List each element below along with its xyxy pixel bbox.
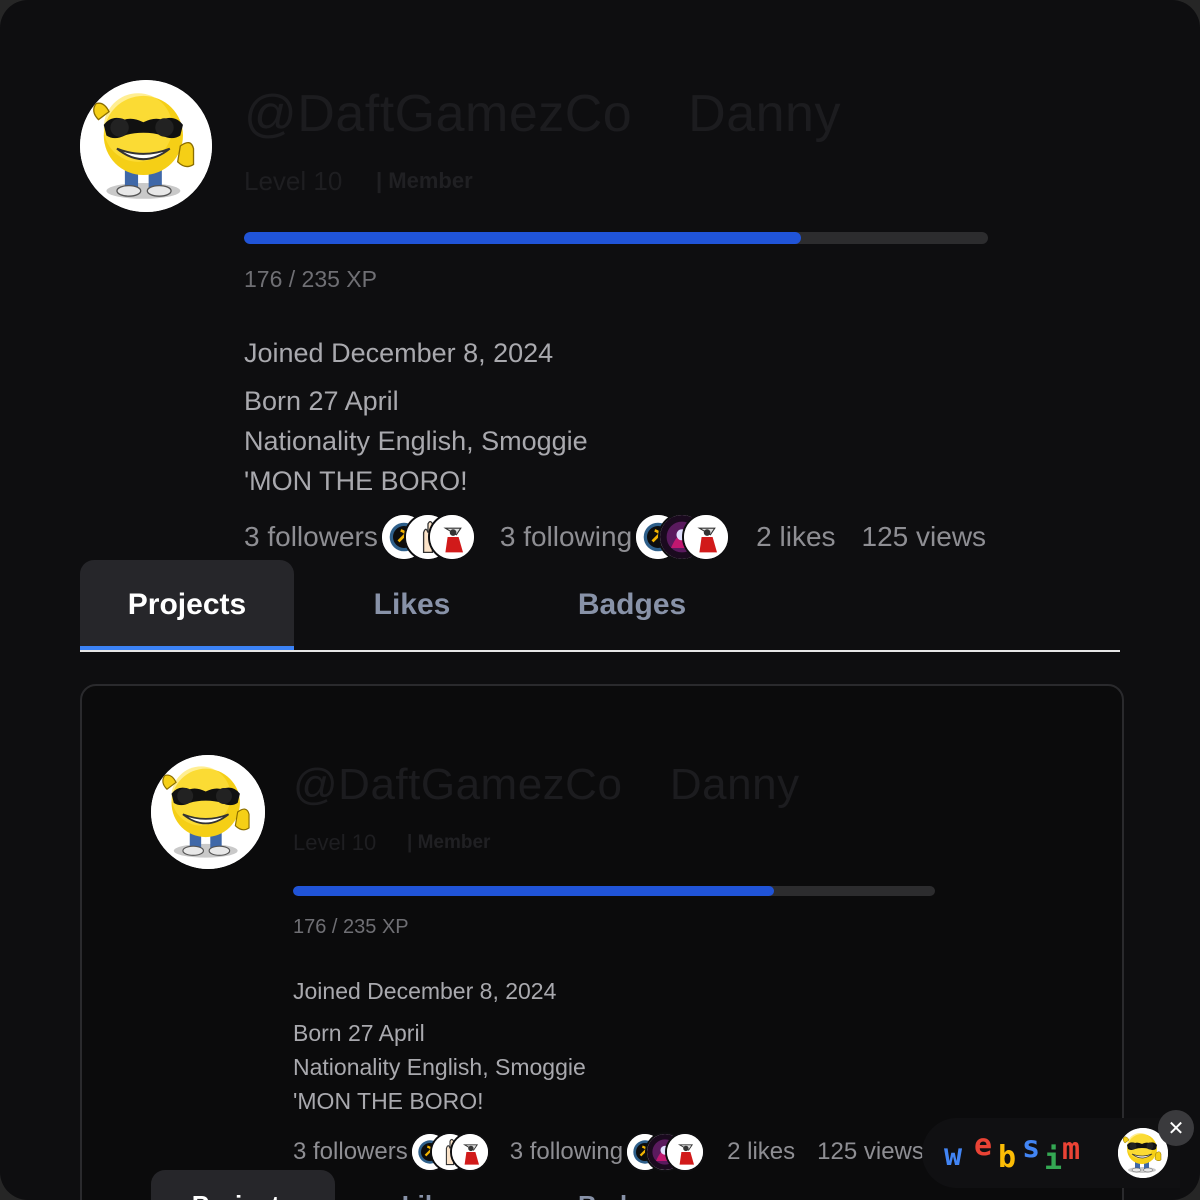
display-name: Danny (669, 760, 800, 809)
following-avatars (625, 1132, 706, 1172)
websim-badge[interactable]: w e b s i m (922, 1118, 1180, 1188)
tab-label: Likes (373, 588, 451, 621)
profile-stats: 3 followers 3 following 2 likes 125 view… (244, 512, 986, 562)
profile-tabs: Projects Likes Badges (151, 1170, 1051, 1200)
following-avatars[interactable] (634, 513, 731, 561)
tab-label: Projects (192, 1190, 295, 1200)
websim-letter: w (944, 1138, 963, 1173)
xp-text: 176 / 235 XP (244, 266, 377, 292)
likes-count: 2 likes (756, 521, 836, 552)
tab-label: Projects (127, 588, 247, 621)
cool-smiley-icon (151, 755, 265, 869)
websim-letter: s (1022, 1130, 1041, 1165)
xp-progress-fill (244, 232, 802, 244)
profile-window: @DaftGamezCo Danny Level 10 | Member 176… (0, 0, 1200, 1200)
level-text: Level 10 (244, 166, 343, 196)
profile-name: @DaftGamezCo Danny (244, 84, 841, 144)
websim-letter: m (1062, 1132, 1081, 1167)
display-name: Danny (688, 85, 841, 143)
xp-progress-bar (244, 232, 988, 244)
bio-line: Nationality English, Smoggie (244, 426, 588, 456)
followers-count: 3 followers (293, 1138, 408, 1165)
followers-avatars[interactable] (379, 513, 476, 561)
following-avatar[interactable] (682, 513, 731, 561)
level-text: Level 10 (293, 830, 377, 855)
cool-smiley-icon (80, 80, 212, 212)
tab-label: Badges (578, 1190, 672, 1200)
bio-line: 'MON THE BORO! (244, 466, 468, 496)
bio-line: 'MON THE BORO! (293, 1088, 484, 1114)
tab-projects: Projects (151, 1170, 335, 1200)
websim-letter: i (1044, 1142, 1063, 1177)
bio-line: Born 27 April (293, 1020, 425, 1046)
websim-letter: b (998, 1140, 1017, 1175)
member-role: | Member (376, 168, 473, 193)
tab-label: Badges (577, 588, 687, 621)
profile-name: @DaftGamezCo Danny (293, 760, 800, 810)
profile-stats: 3 followers 3 following 2 likes 125 view… (293, 1130, 924, 1174)
views-count: 125 views (817, 1138, 924, 1165)
joined-date: Joined December 8, 2024 (293, 978, 557, 1004)
tab-badges[interactable]: Badges (530, 560, 734, 650)
websim-letter: e (974, 1128, 993, 1163)
avatar[interactable] (80, 80, 212, 212)
followers-avatars (409, 1132, 490, 1172)
tab-badges: Badges (535, 1170, 715, 1200)
follower-avatar[interactable] (427, 513, 476, 561)
followers-count[interactable]: 3 followers (244, 521, 378, 553)
following-count: 3 following (509, 1138, 624, 1165)
tab-likes: Likes (335, 1170, 535, 1200)
xp-progress-bar (293, 886, 935, 896)
close-icon[interactable]: ✕ (1158, 1110, 1194, 1146)
bio-line: Born 27 April (244, 386, 399, 416)
xp-text: 176 / 235 XP (293, 916, 409, 938)
tabs-divider (80, 650, 1120, 652)
username: @DaftGamezCo (244, 85, 633, 143)
joined-date: Joined December 8, 2024 (244, 338, 554, 368)
following-count[interactable]: 3 following (500, 521, 632, 553)
views-count: 125 views (861, 521, 987, 552)
follower-avatar (449, 1132, 490, 1172)
following-avatar (665, 1132, 706, 1172)
likes-count: 2 likes (727, 1138, 796, 1165)
member-role: | Member (407, 832, 491, 853)
profile-tabs: Projects Likes Badges (80, 560, 1120, 650)
tab-label: Likes (402, 1190, 469, 1200)
username: @DaftGamezCo (293, 760, 623, 809)
tab-likes[interactable]: Likes (294, 560, 530, 650)
bio-line: Nationality English, Smoggie (293, 1054, 586, 1080)
tab-projects[interactable]: Projects (80, 560, 294, 650)
avatar (151, 755, 265, 869)
xp-progress-fill (293, 886, 774, 896)
